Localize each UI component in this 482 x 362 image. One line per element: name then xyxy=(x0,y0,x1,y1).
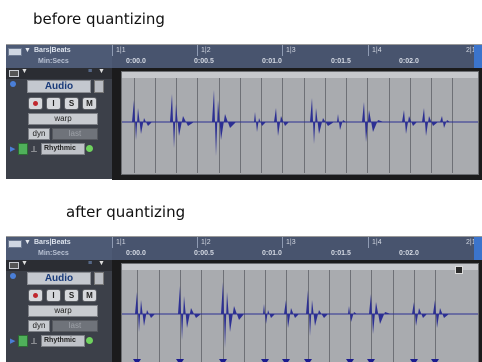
bar-tick xyxy=(368,45,369,56)
track-header-bar: ▼ ≡ ▼ xyxy=(6,260,112,271)
bar-label-3: 1|3 xyxy=(286,47,296,54)
track-view-icon[interactable] xyxy=(9,262,19,269)
automation-mode-dyn[interactable]: dyn xyxy=(28,320,50,332)
bar-label-2: 1|2 xyxy=(201,239,211,246)
automation-mode-dyn[interactable]: dyn xyxy=(28,128,50,140)
record-enable-button[interactable] xyxy=(28,97,43,110)
expand-icon[interactable]: ▶ xyxy=(10,145,15,153)
waveform-after xyxy=(122,282,478,362)
ruler-end-marker[interactable] xyxy=(474,45,482,68)
caption-after: after quantizing xyxy=(66,203,186,221)
track-select-indicator[interactable] xyxy=(10,273,16,279)
ruler-view-icon[interactable] xyxy=(8,240,22,248)
time-label-2: 0:00.5 xyxy=(194,58,214,65)
track-options-icon[interactable]: ▼ xyxy=(98,68,105,75)
audio-region[interactable] xyxy=(121,263,479,362)
mute-button[interactable]: M xyxy=(82,97,97,110)
bar-tick xyxy=(368,237,369,248)
input-monitor-button[interactable]: I xyxy=(46,289,61,302)
ruler-min-secs-label: Min:Secs xyxy=(38,58,69,65)
bar-tick xyxy=(197,237,198,248)
solo-button[interactable]: S xyxy=(64,289,79,302)
elastic-audio-icon: ⟂ xyxy=(31,336,38,346)
time-label-1: 0:00.0 xyxy=(126,58,146,65)
elastic-status-dot xyxy=(86,337,93,344)
elastic-enable-button[interactable] xyxy=(18,143,28,155)
ruler-menu-icon[interactable]: ▼ xyxy=(24,47,31,54)
timebase-last[interactable]: last xyxy=(52,128,98,140)
track-view-selector[interactable]: warp xyxy=(28,113,98,125)
track-height-icon[interactable]: ≡ xyxy=(88,260,92,267)
track-select-indicator[interactable] xyxy=(10,81,16,87)
solo-button[interactable]: S xyxy=(64,97,79,110)
ruler-view-icon[interactable] xyxy=(8,48,22,56)
bar-label-1: 1|1 xyxy=(116,239,126,246)
timeline-ruler[interactable]: 1|1 1|2 1|3 1|4 2|1 0:00.0 0:00.5 0:01.0… xyxy=(112,45,482,68)
track-height-icon[interactable]: ≡ xyxy=(88,68,92,75)
time-label-4: 0:01.5 xyxy=(331,250,351,257)
timeline-ruler[interactable]: 1|1 1|2 1|3 1|4 2|1 0:00.0 0:00.5 0:01.0… xyxy=(112,237,482,260)
time-label-5: 0:02.0 xyxy=(399,250,419,257)
track-name-menu-button[interactable] xyxy=(94,272,104,285)
track-controls: ▼ Bars|Beats Min:Secs ▼ ≡ ▼ Audio I S M … xyxy=(6,45,112,179)
time-label-4: 0:01.5 xyxy=(331,58,351,65)
elastic-audio-plugin-selector[interactable]: Rhythmic xyxy=(41,143,85,155)
audio-region[interactable] xyxy=(121,71,479,175)
input-monitor-button[interactable]: I xyxy=(46,97,61,110)
bar-tick xyxy=(282,45,283,56)
track-lane[interactable] xyxy=(112,260,482,362)
bar-tick xyxy=(112,237,113,248)
elastic-audio-icon: ⟂ xyxy=(31,144,38,154)
time-label-5: 0:02.0 xyxy=(399,58,419,65)
bar-tick xyxy=(197,45,198,56)
elastic-status-dot xyxy=(86,145,93,152)
edit-window-before: ▼ Bars|Beats Min:Secs ▼ ≡ ▼ Audio I S M … xyxy=(6,44,482,180)
bar-label-3: 1|3 xyxy=(286,239,296,246)
edit-window-after: ▼ Bars|Beats Min:Secs ▼ ≡ ▼ Audio I S M … xyxy=(6,236,482,362)
timebase-last[interactable]: last xyxy=(52,320,98,332)
bar-label-2: 1|2 xyxy=(201,47,211,54)
track-view-icon[interactable] xyxy=(9,70,19,77)
bar-label-4: 1|4 xyxy=(372,239,382,246)
elastic-enable-button[interactable] xyxy=(18,335,28,347)
time-label-2: 0:00.5 xyxy=(194,250,214,257)
track-header-bar: ▼ ≡ ▼ xyxy=(6,68,112,79)
ruler-bars-beats-label: Bars|Beats xyxy=(34,239,71,246)
time-label-1: 0:00.0 xyxy=(126,250,146,257)
expand-icon[interactable]: ▶ xyxy=(10,337,15,345)
ruler-menu-icon[interactable]: ▼ xyxy=(24,239,31,246)
time-label-3: 0:01.0 xyxy=(262,58,282,65)
bar-label-1: 1|1 xyxy=(116,47,126,54)
track-lane[interactable] xyxy=(112,68,482,180)
ruler-header: ▼ Bars|Beats Min:Secs xyxy=(6,237,112,260)
bar-tick xyxy=(112,45,113,56)
track-view-selector[interactable]: warp xyxy=(28,305,98,317)
record-enable-button[interactable] xyxy=(28,289,43,302)
ruler-header: ▼ Bars|Beats Min:Secs xyxy=(6,45,112,68)
bar-label-4: 1|4 xyxy=(372,47,382,54)
track-controls: ▼ Bars|Beats Min:Secs ▼ ≡ ▼ Audio I S M … xyxy=(6,237,112,362)
track-options-icon[interactable]: ▼ xyxy=(98,260,105,267)
waveform-before xyxy=(122,90,478,156)
time-label-3: 0:01.0 xyxy=(262,250,282,257)
mute-button[interactable]: M xyxy=(82,289,97,302)
elastic-audio-plugin-selector[interactable]: Rhythmic xyxy=(41,335,85,347)
bar-tick xyxy=(282,237,283,248)
track-name[interactable]: Audio xyxy=(27,272,91,285)
ruler-bars-beats-label: Bars|Beats xyxy=(34,47,71,54)
ruler-min-secs-label: Min:Secs xyxy=(38,250,69,257)
track-view-menu-icon[interactable]: ▼ xyxy=(21,68,28,75)
track-name-menu-button[interactable] xyxy=(94,80,104,93)
track-name[interactable]: Audio xyxy=(27,80,91,93)
ruler-end-marker[interactable] xyxy=(474,237,482,260)
track-view-menu-icon[interactable]: ▼ xyxy=(21,260,28,267)
caption-before: before quantizing xyxy=(33,10,165,28)
